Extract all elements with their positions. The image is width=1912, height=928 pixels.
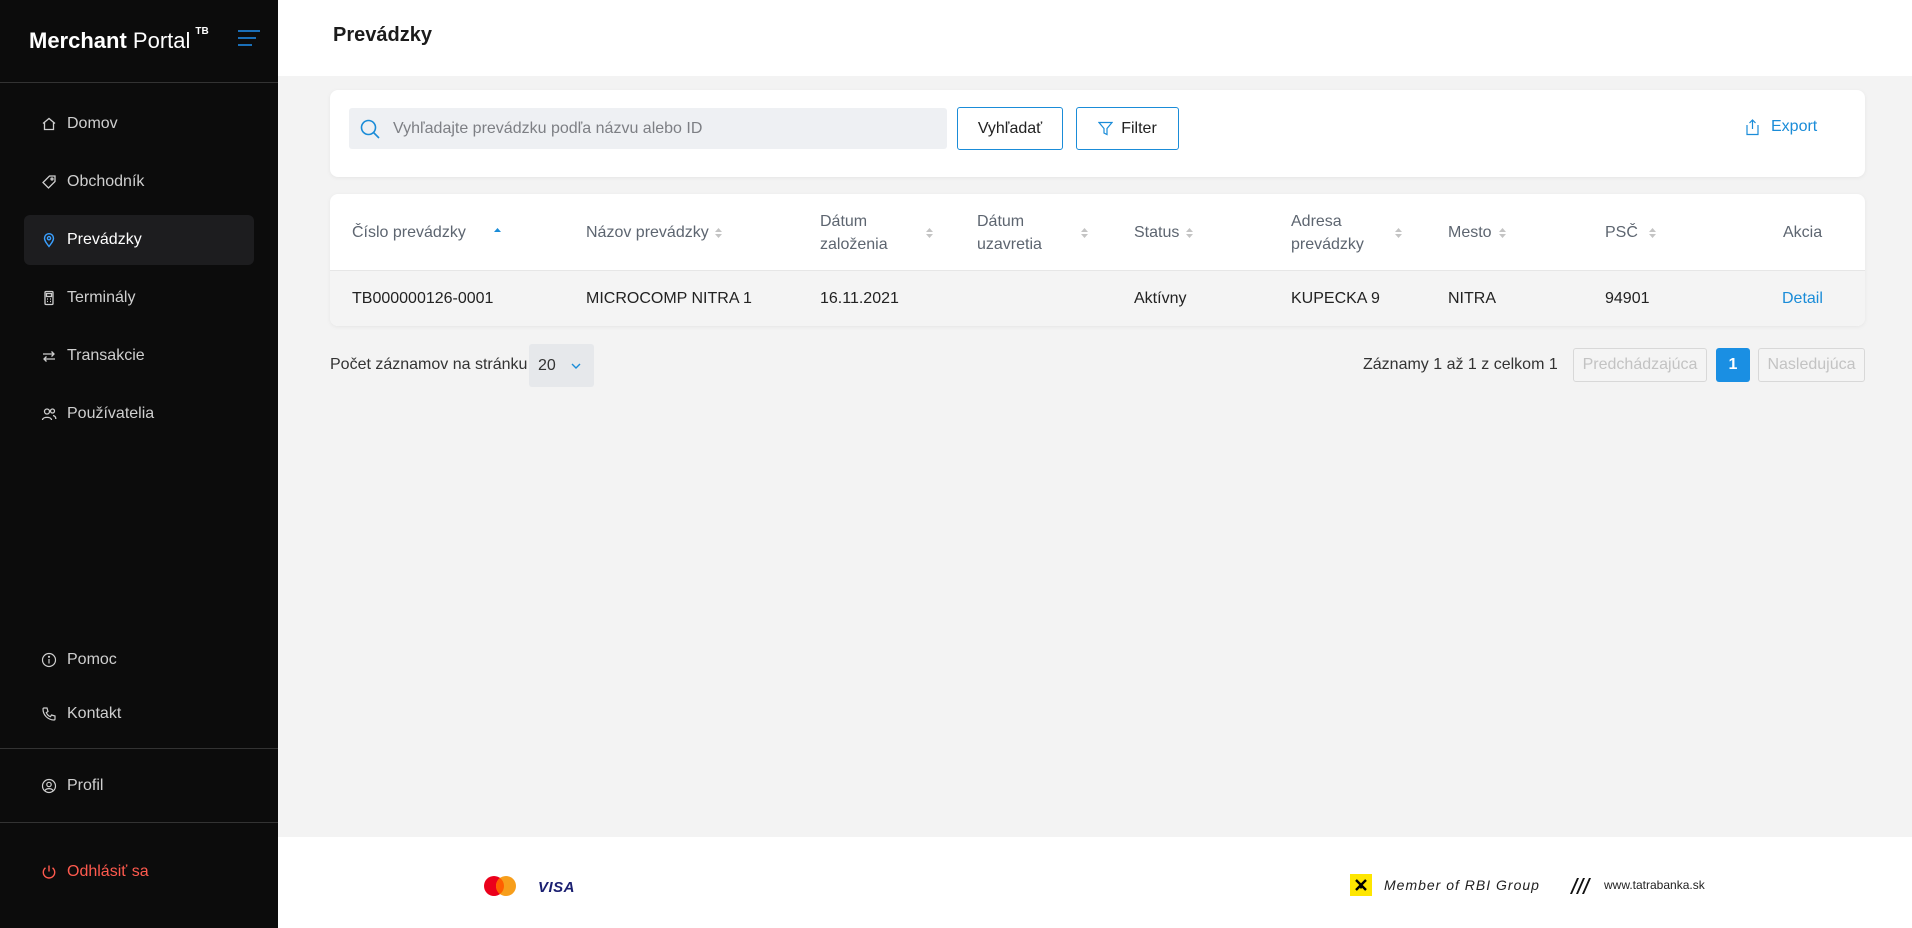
rbi-group-logo: Member of RBI Group: [1350, 874, 1540, 896]
sort-icon: [1649, 228, 1656, 238]
column-header-datum-zalozenia[interactable]: Dátum založenia: [820, 194, 933, 271]
page-size-label: Počet záznamov na stránku: [330, 356, 528, 373]
mastercard-logo: [484, 876, 516, 896]
menu-toggle-icon[interactable]: [238, 30, 260, 48]
brand-logo: Merchant Portal: [29, 28, 191, 53]
stores-table: Číslo prevádzky Názov prevádzky Dátum zal…: [330, 194, 1865, 326]
sidebar-item-obchodnik[interactable]: Obchodník: [24, 157, 254, 207]
visa-logo: VISA: [538, 879, 576, 896]
sidebar-item-label: Kontakt: [67, 705, 122, 722]
filter-button[interactable]: Filter: [1076, 107, 1179, 150]
column-header-psc[interactable]: PSČ: [1605, 194, 1656, 271]
search-input[interactable]: [393, 119, 933, 138]
cell-store-id: TB000000126-0001: [352, 289, 494, 307]
sidebar-item-label: Terminály: [67, 289, 136, 306]
export-label: Export: [1771, 118, 1818, 135]
logout-button[interactable]: Odhlásiť sa: [0, 823, 278, 921]
sort-icon: [1081, 228, 1088, 238]
sidebar-nav: Domov Obchodník Prevádzky Terminály Tran…: [0, 83, 278, 439]
column-header-datum-uzavretia[interactable]: Dátum uzavretia: [977, 194, 1088, 271]
export-button[interactable]: Export: [1744, 118, 1817, 136]
table-row[interactable]: TB000000126-0001 MICROCOMP NITRA 1 16.11…: [330, 271, 1865, 326]
search-icon: [360, 119, 380, 139]
sidebar-item-terminaly[interactable]: Terminály: [24, 273, 254, 323]
search-toolbar: Vyhľadať Filter Export: [330, 90, 1865, 177]
sidebar-item-label: Transakcie: [67, 347, 145, 364]
sidebar-item-label: Obchodník: [67, 173, 145, 190]
sidebar-bottom: Pomoc Kontakt Profil Odhlásiť sa: [0, 640, 278, 921]
cell-created-date: 16.11.2021: [820, 289, 899, 307]
users-icon: [41, 406, 57, 422]
profile-icon: [41, 778, 57, 794]
page-1-button[interactable]: 1: [1716, 348, 1750, 382]
location-pin-icon: [41, 232, 57, 248]
column-header-status[interactable]: Status: [1134, 194, 1193, 271]
cell-store-name: MICROCOMP NITRA 1: [586, 289, 752, 307]
page-title: Prevádzky: [333, 24, 432, 46]
info-icon: [41, 652, 57, 668]
sort-icon: [1395, 228, 1402, 238]
sidebar-item-domov[interactable]: Domov: [24, 99, 254, 149]
page-header: Prevádzky: [278, 0, 1912, 76]
sidebar-item-label: Domov: [67, 115, 118, 132]
column-header-cislo[interactable]: Číslo prevádzky: [352, 194, 501, 271]
cell-zip: 94901: [1605, 289, 1650, 307]
sidebar-item-pouzivatelia[interactable]: Používatelia: [24, 389, 254, 439]
raiffeisen-icon: [1350, 874, 1372, 896]
next-page-button[interactable]: Nasledujúca: [1758, 348, 1865, 382]
tag-icon: [41, 174, 57, 190]
records-info: Záznamy 1 až 1 z celkom 1: [1363, 356, 1558, 373]
sidebar-item-label: Prevádzky: [67, 231, 142, 248]
page-size-select[interactable]: 20: [529, 344, 594, 387]
tatrabanka-logo-icon: [1570, 878, 1591, 894]
sidebar-item-prevadzky[interactable]: Prevádzky: [24, 215, 254, 265]
sort-icon: [926, 228, 933, 238]
rbi-text: Member of RBI Group: [1384, 877, 1540, 893]
previous-page-button[interactable]: Predchádzajúca: [1573, 348, 1707, 382]
sidebar: Merchant Portal TB Domov Obchodník Prevá…: [0, 0, 278, 928]
search-button[interactable]: Vyhľadať: [957, 107, 1063, 150]
search-box[interactable]: [349, 108, 947, 149]
filter-label: Filter: [1121, 119, 1157, 137]
sidebar-item-label: Profil: [67, 776, 104, 794]
home-icon: [41, 116, 57, 132]
footer: VISA Member of RBI Group www.tatrabanka.…: [278, 837, 1912, 928]
column-header-adresa[interactable]: Adresa prevádzky: [1291, 194, 1402, 271]
export-icon: [1746, 118, 1759, 135]
sort-asc-icon: [494, 228, 501, 238]
terminal-icon: [41, 290, 57, 306]
brand: Merchant Portal TB: [0, 0, 278, 83]
sidebar-item-pomoc[interactable]: Pomoc: [0, 640, 278, 680]
brand-badge: TB: [195, 25, 209, 37]
website-text: www.tatrabanka.sk: [1604, 878, 1705, 892]
sidebar-item-transakcie[interactable]: Transakcie: [24, 331, 254, 381]
sidebar-item-profil[interactable]: Profil: [0, 749, 278, 822]
sort-icon: [715, 228, 722, 238]
sidebar-item-label: Používatelia: [67, 405, 155, 422]
cell-address: KUPECKA 9: [1291, 289, 1380, 307]
column-header-mesto[interactable]: Mesto: [1448, 194, 1506, 271]
sort-icon: [1499, 228, 1506, 238]
cell-city: NITRA: [1448, 289, 1496, 307]
sidebar-item-label: Pomoc: [67, 651, 117, 668]
table-header: Číslo prevádzky Názov prevádzky Dátum zal…: [330, 194, 1865, 271]
column-header-nazov[interactable]: Názov prevádzky: [586, 194, 722, 271]
power-icon: [41, 864, 57, 880]
phone-icon: [41, 706, 57, 722]
column-header-akcia: Akcia: [1783, 224, 1823, 241]
cell-status: Aktívny: [1134, 289, 1187, 307]
page-size-value: 20: [538, 356, 556, 374]
detail-link[interactable]: Detail: [1782, 271, 1823, 326]
sort-icon: [1186, 228, 1193, 238]
tatrabanka-link[interactable]: www.tatrabanka.sk: [1568, 874, 1705, 896]
filter-icon: [1098, 121, 1114, 136]
chevron-down-icon: [571, 363, 581, 369]
logout-label: Odhlásiť sa: [67, 863, 149, 880]
transfer-arrows-icon: [41, 348, 57, 364]
sidebar-item-kontakt[interactable]: Kontakt: [0, 694, 278, 734]
